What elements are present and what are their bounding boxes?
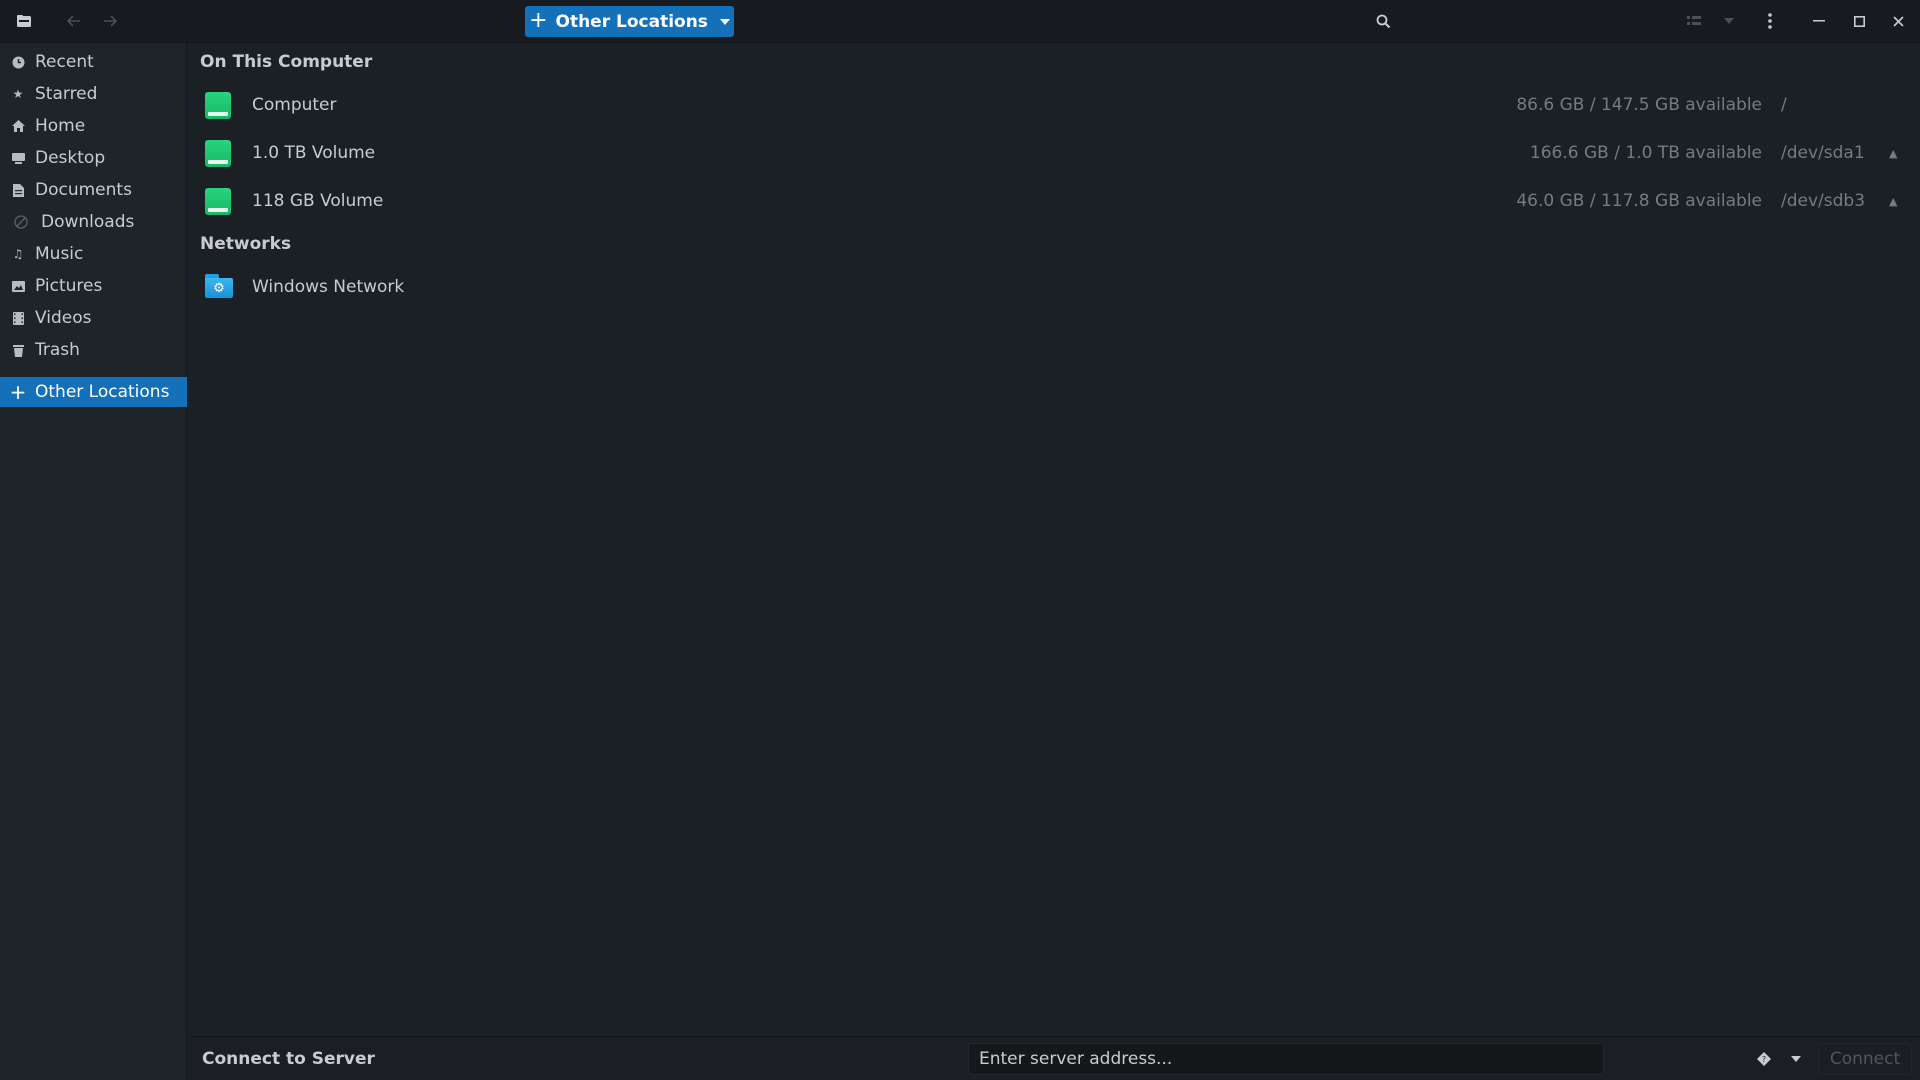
eject-icon[interactable]: ▲ [1889, 147, 1897, 160]
location-device: / [1781, 95, 1787, 115]
location-name: 1.0 TB Volume [252, 143, 376, 163]
location-device: /dev/sda1 [1781, 143, 1865, 163]
section-title-networks: Networks [200, 234, 292, 254]
location-device: /dev/sdb3 [1781, 191, 1866, 211]
sidebar-item-label: Videos [35, 308, 92, 328]
sidebar-item-other-locations[interactable]: + Other Locations [0, 377, 187, 407]
forward-arrow-icon[interactable] [94, 6, 126, 36]
path-bar-label: Other Locations [555, 11, 708, 32]
sidebar-item-label: Music [35, 244, 84, 264]
list-item[interactable]: 1.0 TB Volume 166.6 GB / 1.0 TB availabl… [188, 129, 1920, 177]
list-item[interactable]: 118 GB Volume 46.0 GB / 117.8 GB availab… [188, 177, 1920, 225]
svg-text:?: ? [1762, 1055, 1766, 1064]
clock-icon [11, 55, 25, 69]
connect-to-server-label: Connect to Server [202, 1049, 375, 1069]
locations-view: On This Computer Computer 86.6 GB / 147.… [188, 43, 1920, 1036]
path-bar-button[interactable]: + Other Locations [525, 6, 734, 37]
list-item[interactable]: Computer 86.6 GB / 147.5 GB available / [188, 81, 1920, 129]
sidebar-item-label: Other Locations [35, 382, 170, 402]
network-folder-icon: ⚙ [205, 274, 233, 301]
sidebar-item-home[interactable]: Home [0, 111, 187, 141]
desktop-icon [11, 151, 25, 165]
chevron-down-icon [719, 18, 730, 25]
header-bar: + Other Locations [0, 0, 1920, 43]
minimize-icon[interactable] [1803, 6, 1835, 36]
connect-button[interactable]: Connect [1818, 1043, 1912, 1075]
sidebar-item-starred[interactable]: ★ Starred [0, 79, 187, 109]
back-arrow-icon[interactable] [58, 6, 90, 36]
sidebar-item-label: Downloads [41, 212, 135, 232]
sidebar-item-trash[interactable]: Trash [0, 335, 187, 365]
network-name: Windows Network [252, 277, 405, 297]
file-manager-icon [8, 6, 40, 36]
sidebar-item-label: Trash [35, 340, 80, 360]
server-address-input[interactable] [968, 1043, 1604, 1075]
file-manager-window: + Other Locations Recent ★ Starred Home … [0, 0, 1920, 1080]
location-name: Computer [252, 95, 337, 115]
connect-to-server-bar: Connect to Server ? Connect [188, 1036, 1920, 1080]
close-icon[interactable] [1882, 6, 1914, 36]
chevron-down-icon[interactable] [1782, 1043, 1810, 1075]
location-available: 166.6 GB / 1.0 TB available [1529, 143, 1762, 163]
sidebar-item-videos[interactable]: Videos [0, 303, 187, 333]
download-icon [14, 215, 28, 229]
drive-icon [205, 188, 231, 215]
document-icon [11, 183, 25, 197]
drive-icon [205, 92, 231, 119]
sidebar-item-label: Documents [35, 180, 132, 200]
eject-icon[interactable]: ▲ [1889, 195, 1897, 208]
drive-icon [205, 140, 231, 167]
plus-icon: + [529, 7, 548, 33]
list-item[interactable]: ⚙ Windows Network [188, 263, 1920, 311]
sidebar-item-label: Home [35, 116, 86, 136]
vertical-dots-icon[interactable] [1754, 6, 1786, 36]
sidebar-item-label: Pictures [35, 276, 103, 296]
location-available: 46.0 GB / 117.8 GB available [1516, 191, 1762, 211]
search-icon[interactable] [1367, 6, 1399, 36]
maximize-icon[interactable] [1843, 6, 1875, 36]
picture-icon [11, 279, 25, 293]
sidebar: Recent ★ Starred Home Desktop Documents … [0, 43, 187, 1080]
sidebar-item-pictures[interactable]: Pictures [0, 271, 187, 301]
home-icon [11, 119, 25, 133]
sidebar-item-documents[interactable]: Documents [0, 175, 187, 205]
star-icon: ★ [12, 87, 24, 101]
sidebar-item-label: Desktop [35, 148, 106, 168]
sidebar-item-music[interactable]: ♫ Music [0, 239, 187, 269]
view-options-chevron-icon[interactable] [1713, 6, 1745, 36]
sidebar-item-label: Recent [35, 52, 94, 72]
sidebar-item-desktop[interactable]: Desktop [0, 143, 187, 173]
location-name: 118 GB Volume [252, 191, 384, 211]
trash-icon [11, 343, 25, 357]
server-history-icon[interactable]: ? [1750, 1043, 1778, 1075]
sidebar-item-downloads[interactable]: Downloads [0, 207, 187, 237]
location-available: 86.6 GB / 147.5 GB available [1516, 95, 1762, 115]
music-icon: ♫ [12, 247, 24, 261]
video-icon [11, 311, 25, 325]
section-title-on-this-computer: On This Computer [200, 52, 373, 72]
sidebar-item-label: Starred [35, 84, 98, 104]
list-view-icon[interactable] [1678, 6, 1710, 36]
plus-icon: + [9, 380, 27, 404]
sidebar-item-recent[interactable]: Recent [0, 47, 187, 77]
